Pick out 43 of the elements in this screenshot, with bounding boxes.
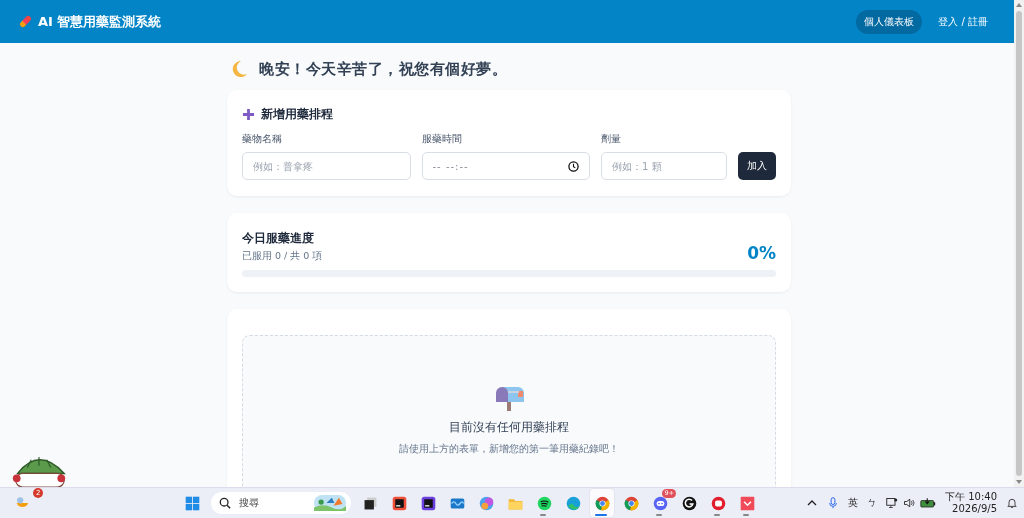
search-field[interactable]: 搜尋	[211, 492, 351, 514]
g-logo-icon	[680, 494, 698, 512]
card-title: 新增用藥排程	[261, 106, 333, 123]
bell-icon[interactable]	[1006, 497, 1018, 509]
input-language-indicator[interactable]: 英	[848, 496, 858, 510]
empty-state-hint: 請使用上方的表單，新增您的第一筆用藥紀錄吧！	[399, 442, 619, 456]
battery-icon	[920, 497, 936, 509]
swirl-app-icon	[477, 494, 495, 512]
empty-state-title: 目前沒有任何用藥排程	[449, 419, 569, 436]
round-app-icon	[709, 494, 727, 512]
network-icon	[886, 497, 898, 509]
speaker-icon	[903, 497, 915, 509]
text-field[interactable]: 例如：普拿疼	[242, 152, 411, 180]
plus-icon	[242, 108, 255, 121]
card-title: 今日服藥進度	[242, 230, 315, 247]
clock-button[interactable]: 下午 10:40 2026/9/5	[945, 491, 997, 515]
field-label: 藥物名稱	[242, 133, 283, 146]
nav-link[interactable]: 登入 / 註冊	[930, 9, 996, 34]
system-status-button[interactable]	[886, 497, 936, 509]
add-button[interactable]: 加入	[738, 152, 776, 180]
chat-app-icon	[651, 494, 669, 512]
field-label: 劑量	[601, 133, 622, 146]
progress-summary: 已服用 0 / 共 0 項	[242, 250, 323, 263]
text-field[interactable]: 例如：1 顆	[601, 152, 727, 180]
scroll-down-icon[interactable]	[1015, 479, 1023, 485]
app-title: AI 智慧用藥監測系統	[38, 12, 162, 31]
greeting-text: 晚安！今天辛苦了，祝您有個好夢。	[259, 59, 507, 79]
nav-link[interactable]: 個人儀表板	[856, 9, 923, 34]
search-icon	[219, 497, 231, 509]
progress-percent: 0%	[747, 243, 776, 263]
scrollbar[interactable]	[1014, 0, 1024, 487]
pill-icon	[18, 14, 33, 29]
mailbox-icon	[494, 385, 524, 411]
music-app-icon	[535, 494, 553, 512]
start-button	[183, 494, 201, 512]
code-editor-icon	[390, 494, 408, 512]
field-label: 服藥時間	[421, 133, 463, 146]
clock-icon[interactable]	[568, 160, 579, 172]
input-mode-indicator[interactable]: ㄅ	[867, 496, 877, 510]
code-editor-icon	[419, 494, 437, 512]
microphone-icon[interactable]	[827, 497, 839, 509]
chevron-app-icon	[738, 494, 756, 512]
scroll-up-icon[interactable]	[1015, 2, 1023, 8]
